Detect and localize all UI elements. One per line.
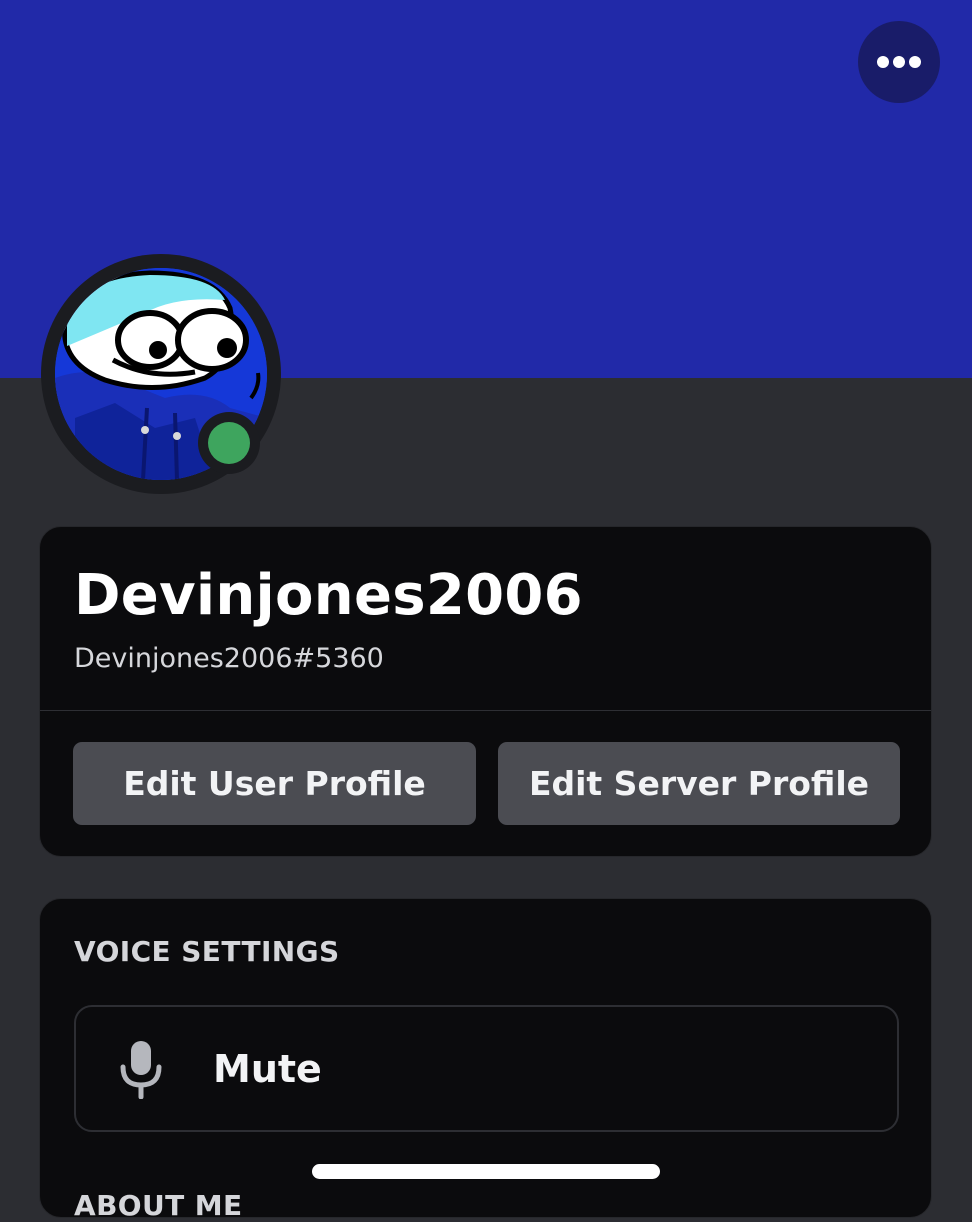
profile-card: Devinjones2006 Devinjones2006#5360 Edit … [39,526,932,857]
edit-user-profile-button[interactable]: Edit User Profile [73,742,476,825]
divider [40,710,931,711]
about-me-title: ABOUT ME [74,1189,243,1222]
mute-label: Mute [213,1047,322,1091]
display-name: Devinjones2006 [74,563,583,628]
mute-button[interactable]: Mute [74,1005,899,1132]
edit-server-profile-button[interactable]: Edit Server Profile [498,742,900,825]
microphone-icon [120,1041,162,1099]
voice-settings-title: VOICE SETTINGS [74,935,340,968]
more-options-button[interactable] [858,21,940,103]
more-horizontal-icon [877,56,921,68]
online-status-indicator [208,422,250,464]
user-tag: Devinjones2006#5360 [74,643,384,674]
home-indicator[interactable] [312,1164,660,1179]
